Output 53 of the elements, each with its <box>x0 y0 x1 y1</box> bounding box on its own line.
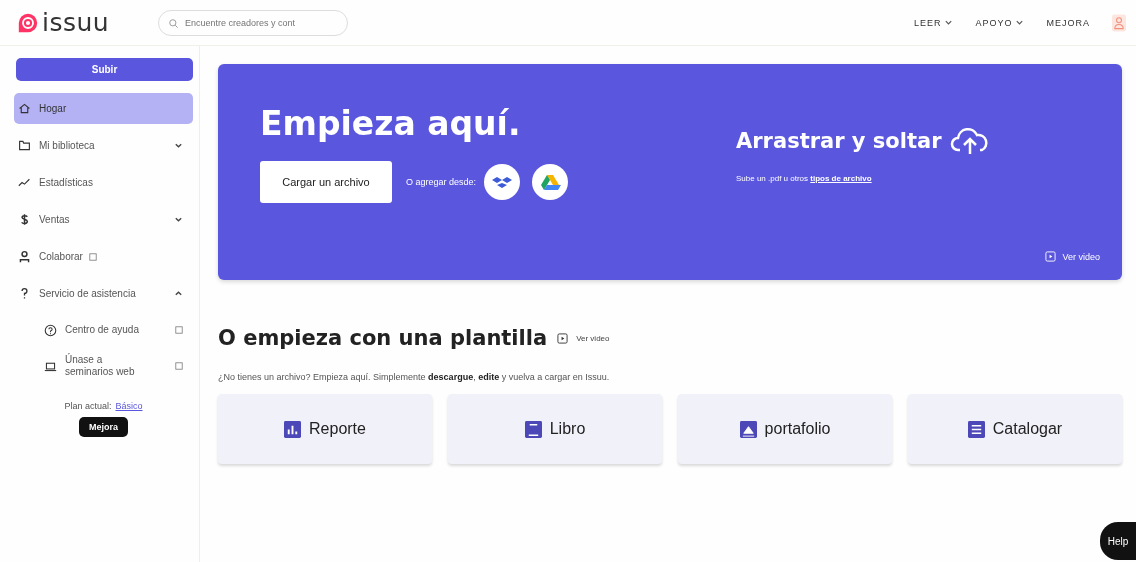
chevron-icon[interactable] <box>174 215 183 224</box>
sidebar-subitem[interactable]: Centro de ayuda <box>14 315 193 345</box>
sidebar-item[interactable]: Colaborar <box>14 241 193 272</box>
dropbox-icon[interactable] <box>484 164 521 200</box>
template-card[interactable]: portafolio <box>678 394 892 464</box>
drag-drop-title: Arrastrar y soltar <box>736 129 942 153</box>
logo-icon <box>18 12 38 33</box>
nav-link[interactable]: MEJORA <box>1046 17 1090 28</box>
template-card[interactable]: Libro <box>448 394 662 464</box>
nav-icon <box>18 287 31 300</box>
template-icon <box>967 420 985 438</box>
plan-label: Plan actual: <box>64 401 112 411</box>
sidebar-subitem[interactable]: Únase a seminarios web <box>14 351 193 381</box>
video-link[interactable]: Ver video <box>1062 251 1100 262</box>
upload-button[interactable]: Subir <box>16 58 193 81</box>
search-icon <box>168 17 179 29</box>
logo-text: issuu <box>42 8 110 37</box>
search-field[interactable]: Encuentre creadores y cont <box>158 9 348 36</box>
upgrade-button[interactable]: Mejora <box>79 417 128 437</box>
help-button[interactable]: Help <box>1100 522 1136 560</box>
nav-icon <box>18 139 31 152</box>
sidebar-item[interactable]: Estadísticas <box>14 167 193 198</box>
nav-link[interactable]: LEER <box>913 17 954 28</box>
plan-link[interactable]: Básico <box>115 401 143 411</box>
hero-title: Empieza aquí. <box>260 104 522 143</box>
upload-file-button[interactable]: Cargar un archivo <box>260 161 392 203</box>
nav-icon <box>18 213 31 226</box>
section-description: ¿No tienes un archivo? Empieza aquí. Simplemente descargue, edite y vuelva a cargar en Issuu. <box>218 372 611 382</box>
template-icon <box>524 420 542 438</box>
sidebar-item[interactable]: Ventas <box>14 204 193 235</box>
drag-drop-hint: Sube un .pdf u otros tipos de archivo <box>736 174 873 183</box>
nav-icon <box>18 250 31 263</box>
sidebar-item[interactable]: Hogar <box>14 93 193 124</box>
file-types-link[interactable]: tipos de archivo <box>810 174 872 183</box>
nav-icon <box>18 102 31 115</box>
add-from-label: O agregar desde: <box>406 177 477 187</box>
nav-icon <box>18 176 31 189</box>
template-icon <box>284 420 302 438</box>
drive-icon[interactable] <box>532 164 569 200</box>
play-icon <box>557 332 569 344</box>
video-link[interactable]: Ver video <box>576 333 610 343</box>
chevron-icon[interactable] <box>174 289 183 298</box>
chevron-icon[interactable] <box>174 141 183 150</box>
nav-link[interactable]: APOYO <box>975 17 1025 28</box>
template-card[interactable]: Catalogar <box>908 394 1122 464</box>
upload-cloud-icon <box>949 126 990 156</box>
sidebar-item[interactable]: Mi biblioteca <box>14 130 193 161</box>
section-title: O empieza con una plantilla <box>218 326 548 350</box>
template-card[interactable]: Reporte <box>218 394 432 464</box>
nav-icon <box>44 323 57 337</box>
sidebar-item[interactable]: Servicio de asistencia <box>14 278 193 309</box>
template-icon <box>739 420 757 438</box>
play-icon <box>1045 251 1057 262</box>
